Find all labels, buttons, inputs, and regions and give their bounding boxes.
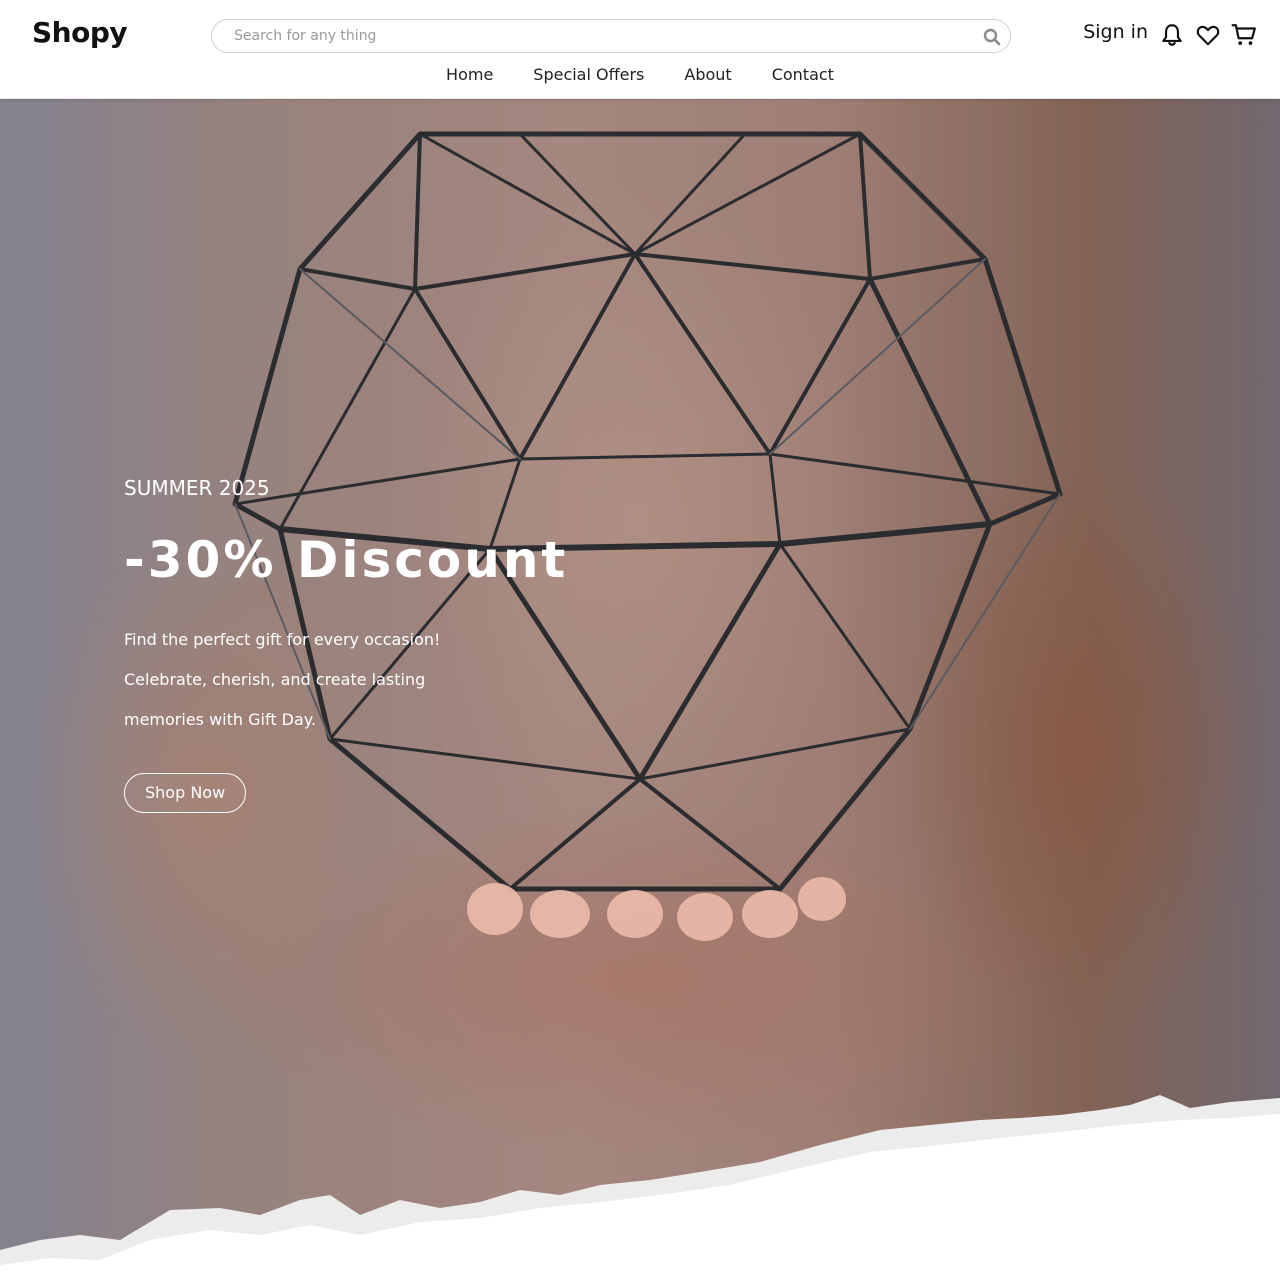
torn-paper-edge bbox=[0, 1095, 1280, 1280]
nav-item-special-offers[interactable]: Special Offers bbox=[533, 60, 644, 90]
description-line: Find the perfect gift for every occasion… bbox=[124, 630, 441, 649]
discount-headline: -30% Discount bbox=[124, 531, 569, 589]
description-line: Celebrate, cherish, and create lasting bbox=[124, 670, 426, 689]
search-icon[interactable] bbox=[982, 27, 1002, 47]
hero-banner: SUMMER 2025 -30% Discount Find the perfe… bbox=[0, 99, 1280, 1280]
cart-icon[interactable] bbox=[1231, 22, 1257, 48]
main-nav: Home Special Offers About Contact bbox=[0, 60, 1280, 90]
season-label: SUMMER 2025 bbox=[124, 476, 270, 500]
site-header: Shopy Home Special Offers About Contact … bbox=[0, 0, 1280, 99]
brand-logo[interactable]: Shopy bbox=[32, 16, 128, 49]
bell-icon[interactable] bbox=[1159, 22, 1185, 48]
nav-item-contact[interactable]: Contact bbox=[772, 60, 834, 90]
hero-content: SUMMER 2025 -30% Discount Find the perfe… bbox=[124, 474, 744, 813]
hero-description: Find the perfect gift for every occasion… bbox=[124, 620, 744, 740]
nav-item-about[interactable]: About bbox=[684, 60, 731, 90]
heart-icon[interactable] bbox=[1195, 22, 1221, 48]
search-bar bbox=[211, 19, 1011, 53]
shop-now-button[interactable]: Shop Now bbox=[124, 773, 247, 813]
search-input[interactable] bbox=[232, 20, 972, 52]
sign-in-link[interactable]: Sign in bbox=[1083, 21, 1148, 43]
nav-item-home[interactable]: Home bbox=[446, 60, 493, 90]
description-line: memories with Gift Day. bbox=[124, 710, 317, 729]
